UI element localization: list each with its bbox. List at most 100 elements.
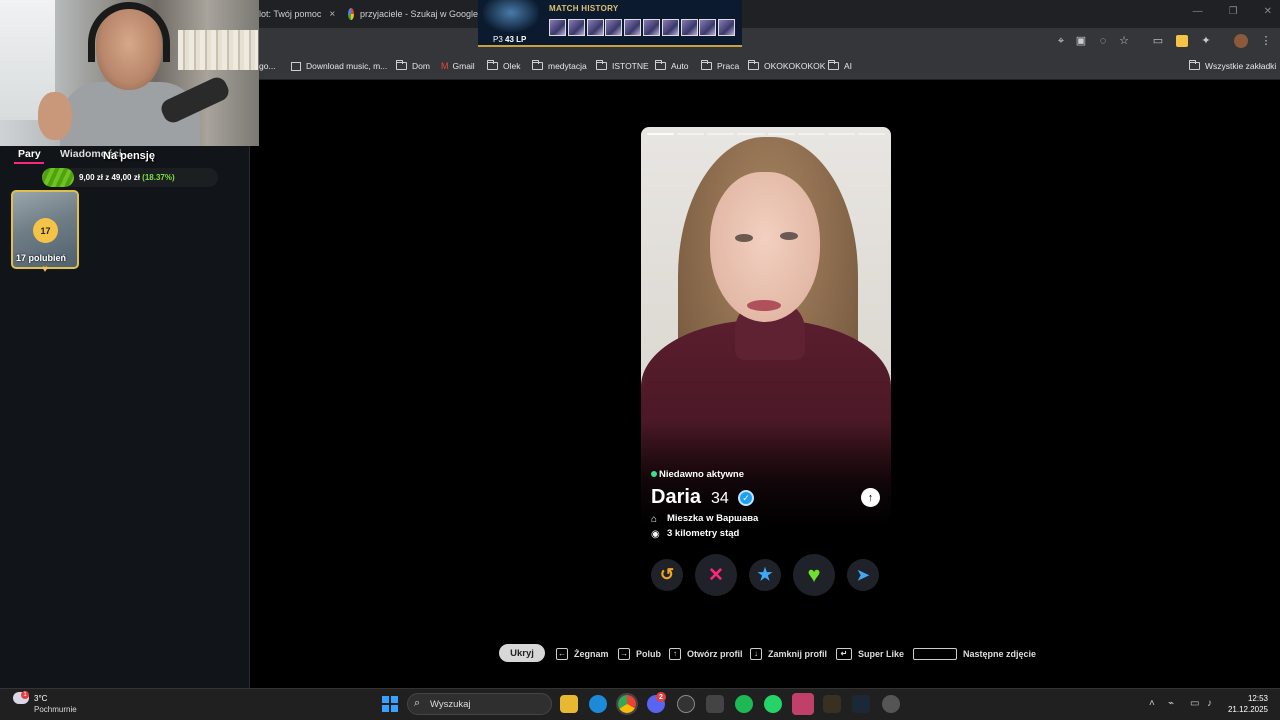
photo-segment[interactable] bbox=[707, 133, 735, 135]
monitor-icon[interactable]: ▭ bbox=[1190, 698, 1199, 709]
bookmark-praca[interactable]: Praca bbox=[701, 60, 739, 71]
photo-segment[interactable] bbox=[797, 133, 825, 135]
superlike-button[interactable]: ★ bbox=[749, 559, 781, 591]
clock-date[interactable]: 21.12.2025 bbox=[1220, 705, 1268, 714]
folder-icon bbox=[1189, 60, 1200, 70]
bookmark-ai[interactable]: AI bbox=[828, 60, 852, 71]
weather-description: Pochmurnie bbox=[34, 705, 77, 714]
match-history-title: MATCH HISTORY bbox=[549, 4, 619, 13]
obs-icon[interactable] bbox=[677, 695, 695, 713]
webcam-bookshelf bbox=[178, 30, 258, 70]
windows-start-icon[interactable] bbox=[382, 696, 398, 712]
shortcut-superlike: ↵ Super Like bbox=[836, 648, 904, 660]
profile-distance: 3 kilometry stąd bbox=[667, 528, 740, 539]
tab-label: lot: Twój pomoc bbox=[259, 9, 322, 19]
photo-segment[interactable] bbox=[767, 133, 795, 135]
clock-time[interactable]: 12:53 bbox=[1226, 694, 1268, 703]
folder-icon bbox=[828, 60, 839, 70]
all-bookmarks[interactable]: Wszystkie zakładki bbox=[1189, 60, 1276, 71]
bookmark-download-music[interactable]: Download music, m... bbox=[291, 61, 387, 71]
location-icon[interactable]: ⌖ bbox=[1055, 35, 1067, 47]
extension-icon[interactable] bbox=[1176, 35, 1188, 47]
nope-button[interactable]: ✕ bbox=[695, 554, 737, 596]
photo-eye-right bbox=[780, 232, 798, 240]
left-arrow-key-icon: ← bbox=[556, 648, 568, 660]
verified-badge-icon: ✓ bbox=[738, 490, 754, 506]
window-controls: — ❐ ✕ bbox=[1193, 6, 1272, 17]
shortcut-nope: ← Żegnam bbox=[556, 648, 609, 660]
match-champion-icon bbox=[605, 19, 623, 36]
x-icon: ✕ bbox=[708, 564, 724, 586]
network-icon[interactable]: ⌁ bbox=[1168, 698, 1174, 709]
avatar[interactable] bbox=[1234, 34, 1248, 48]
bookmark-istotne[interactable]: ISTOTNE bbox=[596, 60, 649, 71]
search-placeholder: Wyszukaj bbox=[430, 699, 471, 710]
folder-icon bbox=[487, 60, 498, 70]
like-button[interactable]: ♥ bbox=[793, 554, 835, 596]
match-champion-icon bbox=[567, 19, 585, 36]
profile-location: Mieszka w Варшава bbox=[667, 513, 759, 524]
down-arrow-key-icon: ↓ bbox=[750, 648, 762, 660]
boost-button[interactable]: ➤ bbox=[847, 559, 879, 591]
steam-icon[interactable] bbox=[852, 695, 870, 713]
close-icon[interactable]: × bbox=[329, 9, 335, 20]
bookmark-dom[interactable]: Dom bbox=[396, 60, 430, 71]
cast-icon[interactable]: ▣ bbox=[1075, 35, 1087, 47]
search-icon: ⌕ bbox=[414, 697, 421, 709]
spotify-icon[interactable] bbox=[735, 695, 753, 713]
bookmark-olek[interactable]: Olek bbox=[487, 60, 520, 71]
volume-icon[interactable]: ♪ bbox=[1207, 698, 1212, 709]
edge-icon[interactable] bbox=[589, 695, 607, 713]
match-champion-icon bbox=[549, 19, 566, 36]
photo-segment[interactable] bbox=[647, 133, 675, 135]
chrome-icon[interactable] bbox=[616, 693, 638, 715]
chevron-up-icon[interactable]: ˄ bbox=[1149, 698, 1155, 709]
space-key-icon bbox=[913, 648, 957, 660]
match-champion-icon bbox=[624, 19, 642, 36]
kebab-menu-icon[interactable]: ⋮ bbox=[1260, 35, 1272, 47]
bookmark-okokokokok[interactable]: OKOKOKOKOK bbox=[748, 60, 825, 71]
photo-segment[interactable] bbox=[827, 133, 855, 135]
home-icon: ⌂ bbox=[651, 514, 658, 525]
file-explorer-icon[interactable] bbox=[560, 695, 578, 713]
tab-przyjaciele[interactable]: przyjaciele - Szukaj w Google bbox=[348, 4, 478, 24]
folder-icon bbox=[748, 60, 759, 70]
tab-lot[interactable]: lot: Twój pomoc × bbox=[259, 4, 339, 24]
photo-segment[interactable] bbox=[737, 133, 765, 135]
bookmark-gmail[interactable]: M Gmail bbox=[441, 61, 475, 71]
folder-icon bbox=[701, 60, 712, 70]
up-arrow-key-icon: ↑ bbox=[669, 648, 681, 660]
close-window-icon[interactable]: ✕ bbox=[1264, 6, 1272, 17]
likes-label: 17 polubień bbox=[16, 253, 67, 263]
hide-shortcuts-button[interactable]: Ukryj bbox=[499, 644, 545, 662]
open-profile-button[interactable]: ↑ bbox=[861, 488, 880, 507]
star-bookmark-icon[interactable]: ☆ bbox=[1118, 35, 1130, 47]
location-pin-icon: ◉ bbox=[651, 529, 660, 540]
match-champion-icon bbox=[680, 19, 698, 36]
tab-pary[interactable]: Pary bbox=[18, 148, 41, 160]
google-icon bbox=[348, 8, 354, 20]
photo-segment[interactable] bbox=[677, 133, 705, 135]
shortcut-next-photo: Następne zdjęcie bbox=[913, 648, 1036, 660]
rewind-icon: ↺ bbox=[659, 565, 675, 584]
windows-taskbar bbox=[0, 688, 1280, 720]
bookmark-medytacja[interactable]: medytacja bbox=[532, 60, 587, 71]
gold-heart-icon: ♥ bbox=[42, 264, 48, 275]
photo-segment[interactable] bbox=[857, 133, 885, 135]
rewind-button[interactable]: ↺ bbox=[651, 559, 683, 591]
taskbar-search[interactable] bbox=[407, 693, 552, 715]
puzzle-icon[interactable]: ✦ bbox=[1200, 35, 1212, 47]
bookmark-auto[interactable]: Auto bbox=[655, 60, 689, 71]
minimize-icon[interactable]: — bbox=[1193, 6, 1203, 17]
tab-search-icon[interactable]: ▭ bbox=[1152, 35, 1164, 47]
photo-lips bbox=[747, 300, 781, 311]
tinder-app-icon[interactable] bbox=[792, 693, 814, 715]
league-icon[interactable] bbox=[823, 695, 841, 713]
match-champion-icon bbox=[699, 19, 717, 36]
settings-icon[interactable] bbox=[882, 695, 900, 713]
eye-off-icon[interactable]: ◌ bbox=[1097, 35, 1109, 47]
bookmark-go[interactable]: go... bbox=[259, 61, 276, 71]
app-icon[interactable] bbox=[706, 695, 724, 713]
whatsapp-icon[interactable] bbox=[764, 695, 782, 713]
maximize-icon[interactable]: ❐ bbox=[1229, 6, 1238, 17]
